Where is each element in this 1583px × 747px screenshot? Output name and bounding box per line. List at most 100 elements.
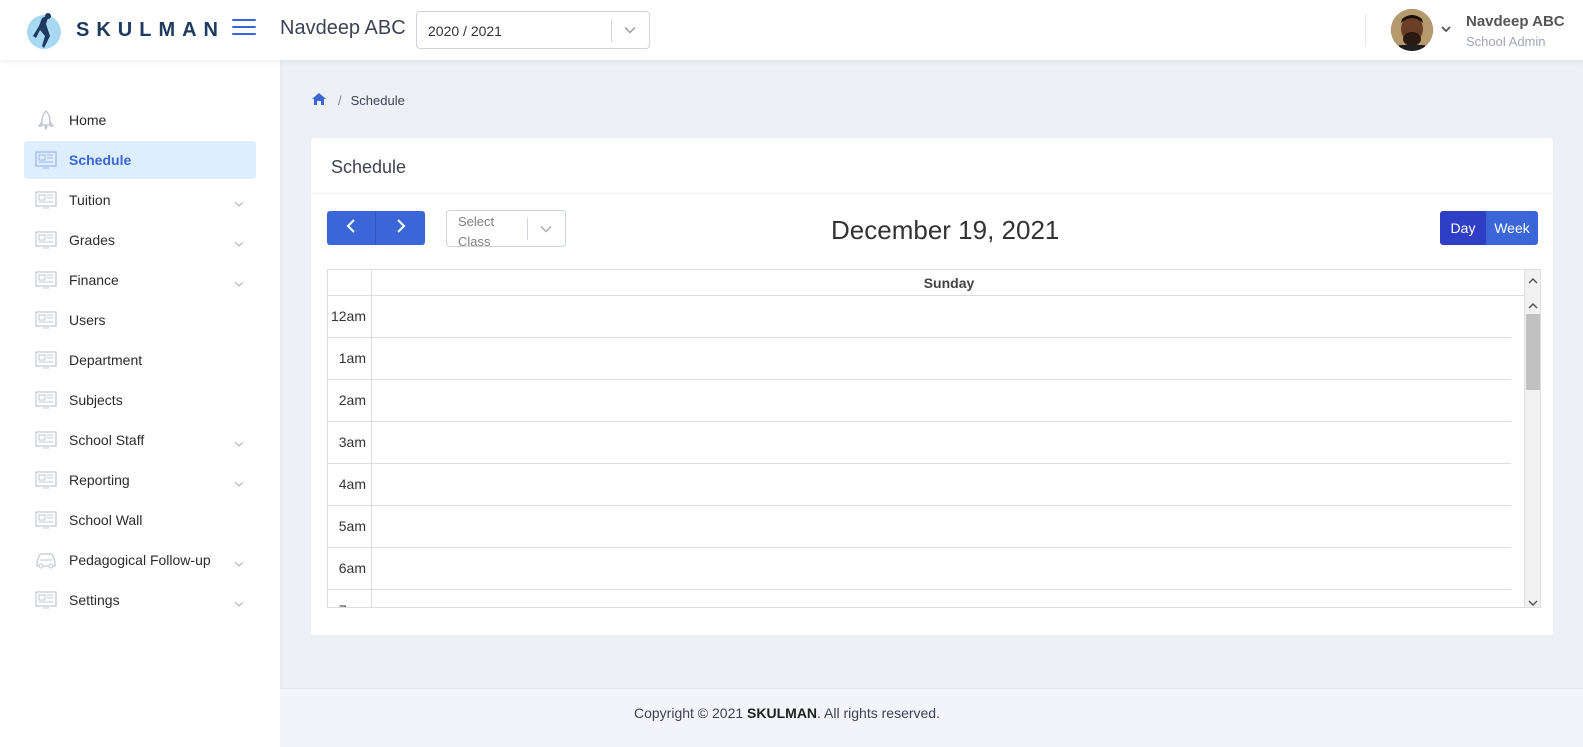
sidebar-item-pedagogical-follow-up[interactable]: Pedagogical Follow-up [24,541,256,579]
menu-toggle-icon[interactable] [232,19,256,37]
class-select[interactable]: Select Class [446,210,566,249]
card-title: Schedule [331,157,407,177]
prev-button[interactable] [327,211,376,245]
chevron-down-icon [234,195,244,213]
sidebar-item-label: Department [69,352,143,368]
copyright-prefix: Copyright © 2021 [634,705,748,721]
academic-year-select[interactable]: 2020 / 2021 [416,11,650,49]
chevron-left-icon [346,218,356,238]
day-column-header: Sunday [923,275,975,291]
schedule-card: Schedule Select Class December 19, 2021 … [311,138,1553,635]
sidebar-item-subjects[interactable]: Subjects [24,381,256,419]
calendar-header: Sunday [328,270,1526,296]
hour-label: 7am [328,590,372,607]
header-divider [1365,14,1366,46]
sidebar-item-label: Pedagogical Follow-up [69,552,211,568]
time-gutter-header [328,270,372,296]
sidebar-item-label: Grades [69,232,115,248]
top-header: SKULMAN Navdeep ABC 2020 / 2021 Navdeep … [0,0,1583,60]
home-icon[interactable] [311,92,327,109]
sidebar-item-finance[interactable]: Finance [24,261,256,299]
sidebar-item-grades[interactable]: Grades [24,221,256,259]
next-button[interactable] [376,211,425,245]
breadcrumb-separator: / [338,93,342,108]
sidebar-item-tuition[interactable]: Tuition [24,181,256,219]
select-separator [527,218,528,240]
breadcrumb-current: Schedule [350,93,405,108]
sidebar-item-label: Reporting [69,472,130,488]
user-name: Navdeep ABC [1466,13,1565,30]
rocket-icon [35,110,57,131]
chevron-down-icon [234,595,244,613]
calendar-nav-group [327,211,425,245]
hour-row[interactable]: 5am [328,506,1511,548]
user-menu-chevron-icon[interactable] [1440,22,1452,40]
hour-row[interactable]: 6am [328,548,1511,590]
sidebar-item-reporting[interactable]: Reporting [24,461,256,499]
chevron-down-icon [623,23,637,42]
chevron-down-icon [234,475,244,493]
sidebar-item-label: Settings [69,592,120,608]
scroll-up-icon[interactable] [1528,298,1538,309]
sidebar-item-department[interactable]: Department [24,341,256,379]
monitor-icon [35,230,57,250]
sidebar-item-school-staff[interactable]: School Staff [24,421,256,459]
calendar-grid: Sunday 12am 1am 2am 3am 4am 5am 6am 7am [327,269,1541,608]
academic-year-value: 2020 / 2021 [428,23,502,39]
brand-logo[interactable]: SKULMAN [22,4,218,56]
day-view-button[interactable]: Day [1440,211,1486,245]
logo-mark-icon [22,8,66,52]
hour-label: 3am [328,422,372,464]
monitor-icon [35,270,57,290]
scroll-down-icon[interactable] [1528,595,1538,606]
sidebar-item-label: Finance [69,272,119,288]
scrollbar-thumb[interactable] [1526,314,1540,390]
sidebar-item-label: School Staff [69,432,145,448]
view-toggle-group: Day Week [1440,211,1538,245]
scroll-up-icon[interactable] [1528,273,1538,284]
sidebar-item-label: Subjects [69,392,123,408]
hour-label: 2am [328,380,372,422]
sidebar-item-users[interactable]: Users [24,301,256,339]
hour-label: 5am [328,506,372,548]
sidebar-item-settings[interactable]: Settings [24,581,256,619]
monitor-icon [35,510,57,530]
hour-row[interactable]: 4am [328,464,1511,506]
monitor-icon [35,430,57,450]
monitor-icon [35,310,57,330]
sidebar-item-schedule[interactable]: Schedule [24,141,256,179]
car-icon [35,550,57,570]
chevron-down-icon [539,222,553,241]
sidebar: Home Schedule Tuition Grades Finance Use… [0,60,280,747]
week-view-button[interactable]: Week [1486,211,1538,245]
chevron-down-icon [234,275,244,293]
sidebar-item-label: Tuition [69,192,111,208]
hour-label: 1am [328,338,372,380]
hour-label: 4am [328,464,372,506]
monitor-icon [35,350,57,370]
hour-row[interactable]: 7am [328,590,1511,607]
hour-label: 6am [328,548,372,590]
chevron-down-icon [234,555,244,573]
monitor-icon [35,590,57,610]
calendar-body[interactable]: 12am 1am 2am 3am 4am 5am 6am 7am [328,296,1526,607]
avatar[interactable] [1391,9,1433,51]
hour-row[interactable]: 3am [328,422,1511,464]
hour-label: 12am [328,296,372,338]
sidebar-item-label: School Wall [69,512,143,528]
sidebar-item-label: Schedule [69,152,132,168]
sidebar-item-home[interactable]: Home [24,101,256,139]
hour-row[interactable]: 2am [328,380,1511,422]
hour-row[interactable]: 12am [328,296,1511,338]
hour-row[interactable]: 1am [328,338,1511,380]
copyright-text: Copyright © 2021 SKULMAN. All rights res… [634,705,940,721]
monitor-icon [35,390,57,410]
class-select-placeholder: Select Class [458,214,495,249]
chevron-down-icon [234,435,244,453]
sidebar-item-label: Home [69,112,107,128]
footer: Copyright © 2021 SKULMAN. All rights res… [280,688,1583,747]
sidebar-item-school-wall[interactable]: School Wall [24,501,256,539]
select-separator [611,20,612,42]
chevron-down-icon [234,235,244,253]
calendar-scrollbar[interactable] [1524,270,1540,607]
